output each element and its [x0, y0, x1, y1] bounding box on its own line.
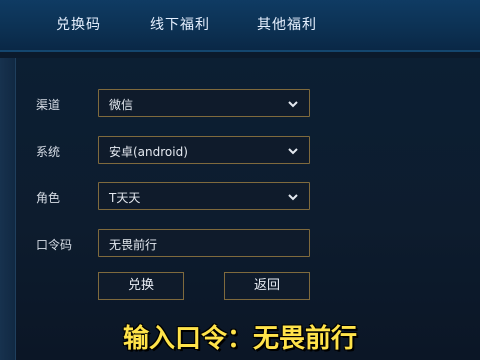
channel-label: 渠道: [36, 98, 61, 112]
tab-other-benefits[interactable]: 其他福利: [257, 14, 317, 34]
system-value: 安卓(android): [109, 145, 188, 159]
redeem-button[interactable]: 兑换: [98, 272, 184, 300]
tab-offline-benefits[interactable]: 线下福利: [150, 14, 210, 34]
channel-value: 微信: [109, 98, 134, 112]
role-value: T天天: [109, 191, 141, 205]
role-select[interactable]: T天天: [98, 182, 310, 210]
system-label: 系统: [36, 145, 61, 159]
channel-select[interactable]: 微信: [98, 89, 310, 117]
role-label: 角色: [36, 191, 61, 205]
left-scrollbar[interactable]: [0, 58, 16, 360]
tab-redeem-code[interactable]: 兑换码: [56, 14, 101, 34]
top-navigation-bar: 兑换码 线下福利 其他福利: [0, 0, 480, 52]
code-label: 口令码: [36, 238, 73, 252]
chevron-down-icon: [288, 101, 298, 108]
back-button[interactable]: 返回: [224, 272, 310, 300]
chevron-down-icon: [288, 148, 298, 155]
code-value: 无畏前行: [109, 238, 158, 252]
chevron-down-icon: [288, 194, 298, 201]
system-select[interactable]: 安卓(android): [98, 136, 310, 164]
subtitle-caption: 输入口令：无畏前行: [122, 324, 357, 354]
code-input[interactable]: 无畏前行: [98, 229, 310, 257]
